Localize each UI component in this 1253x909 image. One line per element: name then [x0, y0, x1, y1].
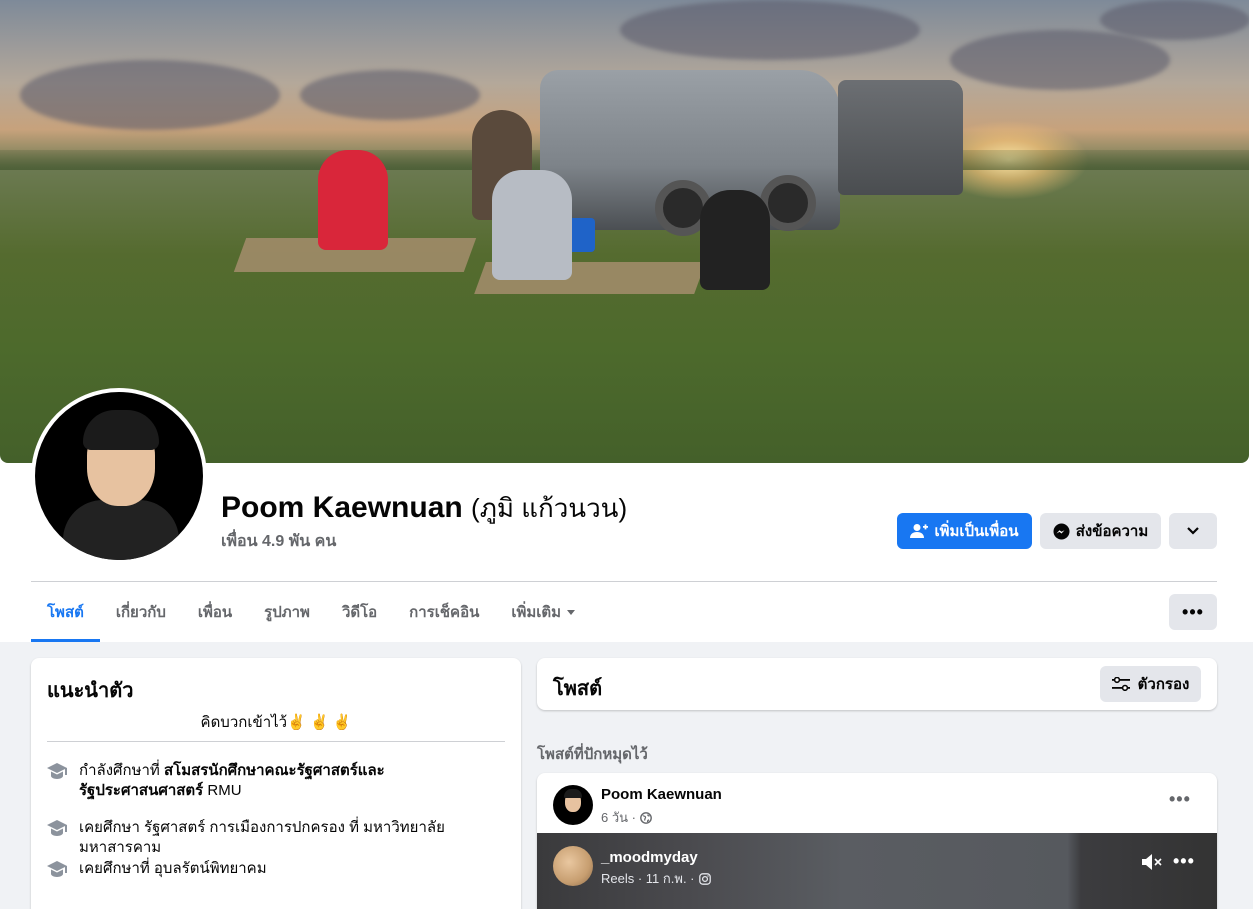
intro-title: แนะนำตัว	[47, 680, 134, 702]
post-options-button[interactable]: •••	[1169, 789, 1191, 810]
post-meta: 6 วัน ·	[601, 807, 652, 828]
graduation-cap-icon	[47, 818, 67, 838]
intro-item-education: กำลังศึกษาที่ สโมสรนักศึกษาคณะรัฐศาสตร์แ…	[47, 761, 507, 801]
tab-about[interactable]: เกี่ยวกับ	[100, 582, 182, 642]
tab-photos[interactable]: รูปภาพ	[248, 582, 326, 642]
chevron-down-icon	[1187, 527, 1199, 535]
reel-video[interactable]: _moodmyday Reels · 11 ก.พ. · •••	[537, 833, 1217, 909]
post-author-name[interactable]: Poom Kaewnuan	[601, 786, 722, 803]
tab-label: รูปภาพ	[264, 604, 310, 621]
globe-icon	[640, 811, 652, 824]
intro-item-education: เคยศึกษา รัฐศาสตร์ การเมืองการปกครอง ที่…	[47, 818, 507, 858]
profile-name-text: Poom Kaewnuan	[221, 491, 463, 524]
tab-label: การเช็คอิน	[409, 604, 480, 621]
post-author-avatar[interactable]	[553, 785, 593, 825]
tab-more[interactable]: เพิ่มเติม	[495, 582, 591, 642]
message-button[interactable]: ส่งข้อความ	[1040, 513, 1161, 549]
messenger-icon	[1053, 523, 1070, 539]
add-friend-button[interactable]: เพิ่มเป็นเพื่อน	[897, 513, 1032, 549]
more-dots-icon: •••	[1182, 601, 1204, 622]
friends-count[interactable]: เพื่อน 4.9 พัน คน	[221, 529, 336, 554]
instagram-icon	[698, 872, 711, 885]
intro-card: แนะนำตัว คิดบวกเข้าไว้✌️ ✌️ ✌️ กำลังศึกษ…	[31, 658, 521, 909]
intro-item-text: เคยศึกษาที่ อุบลรัตน์พิทยาคม	[79, 860, 267, 877]
mute-button[interactable]	[1141, 853, 1163, 876]
tabs-more-button[interactable]: •••	[1169, 594, 1217, 630]
speaker-muted-icon	[1142, 854, 1162, 870]
reel-meta: Reels · 11 ก.พ. ·	[601, 868, 711, 889]
more-dots-icon: •••	[1169, 789, 1191, 809]
tab-label: วิดีโอ	[341, 604, 378, 621]
intro-bio: คิดบวกเข้าไว้✌️ ✌️ ✌️	[200, 714, 352, 731]
graduation-cap-icon	[47, 859, 67, 879]
profile-alternate-name: (ภูมิ แก้วนวน)	[471, 493, 628, 523]
tab-label: เกี่ยวกับ	[115, 604, 166, 621]
add-friend-icon	[910, 524, 929, 538]
filter-label: ตัวกรอง	[1137, 676, 1190, 693]
reel-author-avatar[interactable]	[553, 846, 593, 886]
tab-posts[interactable]: โพสต์	[31, 582, 100, 642]
more-dots-icon: •••	[1173, 851, 1195, 871]
post-card: Poom Kaewnuan 6 วัน · ••• _moodmyday Ree…	[537, 773, 1217, 909]
filter-button[interactable]: ตัวกรอง	[1100, 666, 1201, 702]
profile-name: Poom Kaewnuan (ภูมิ แก้วนวน)	[221, 488, 627, 529]
reel-options-button[interactable]: •••	[1173, 851, 1195, 872]
intro-item-education: เคยศึกษาที่ อุบลรัตน์พิทยาคม	[47, 859, 507, 879]
post-time[interactable]: 6 วัน ·	[601, 807, 636, 828]
graduation-cap-icon	[47, 761, 67, 781]
cover-photo[interactable]	[0, 0, 1249, 463]
intro-item-text: กำลังศึกษาที่ สโมสรนักศึกษาคณะรัฐศาสตร์แ…	[79, 761, 507, 801]
profile-avatar[interactable]	[31, 388, 207, 564]
caret-down-icon	[567, 609, 576, 615]
message-label: ส่งข้อความ	[1075, 523, 1149, 540]
profile-more-button[interactable]	[1169, 513, 1217, 549]
intro-item-text: เคยศึกษา รัฐศาสตร์ การเมืองการปกครอง ที่…	[79, 819, 445, 856]
reel-author-name[interactable]: _moodmyday	[601, 849, 698, 866]
tab-checkins[interactable]: การเช็คอิน	[393, 582, 495, 642]
posts-header-card: โพสต์ ตัวกรอง	[537, 658, 1217, 710]
tab-friends[interactable]: เพื่อน	[182, 582, 248, 642]
intro-divider	[47, 741, 505, 742]
intro-item-prefix: กำลังศึกษาที่	[79, 762, 164, 779]
tab-label: โพสต์	[47, 604, 84, 621]
profile-tabs: โพสต์ เกี่ยวกับ เพื่อน รูปภาพ วิดีโอ การ…	[31, 582, 591, 642]
pinned-posts-label: โพสต์ที่ปักหมุดไว้	[537, 746, 648, 763]
posts-title: โพสต์	[553, 678, 603, 700]
add-friend-label: เพิ่มเป็นเพื่อน	[934, 523, 1019, 540]
tab-label: เพิ่มเติม	[511, 604, 562, 621]
reel-meta-text: Reels · 11 ก.พ. ·	[601, 871, 695, 886]
tab-label: เพื่อน	[197, 604, 233, 621]
tab-videos[interactable]: วิดีโอ	[326, 582, 393, 642]
filter-icon	[1111, 677, 1130, 691]
intro-item-suffix: RMU	[203, 782, 242, 799]
